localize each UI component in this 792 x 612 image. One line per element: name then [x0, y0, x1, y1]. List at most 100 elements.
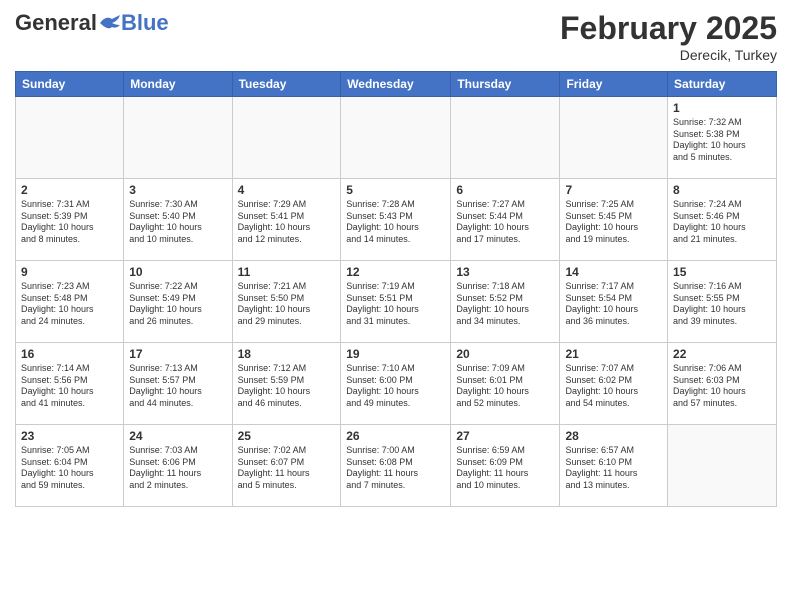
day-info: Sunrise: 7:22 AM Sunset: 5:49 PM Dayligh…: [129, 281, 226, 328]
day-number: 24: [129, 429, 226, 443]
day-number: 20: [456, 347, 554, 361]
table-row: [16, 97, 124, 179]
day-number: 27: [456, 429, 554, 443]
table-row: 28Sunrise: 6:57 AM Sunset: 6:10 PM Dayli…: [560, 425, 668, 507]
day-info: Sunrise: 7:24 AM Sunset: 5:46 PM Dayligh…: [673, 199, 771, 246]
table-row: [451, 97, 560, 179]
table-row: [560, 97, 668, 179]
day-info: Sunrise: 7:05 AM Sunset: 6:04 PM Dayligh…: [21, 445, 118, 492]
col-saturday: Saturday: [668, 72, 777, 97]
table-row: 8Sunrise: 7:24 AM Sunset: 5:46 PM Daylig…: [668, 179, 777, 261]
day-number: 28: [565, 429, 662, 443]
col-monday: Monday: [124, 72, 232, 97]
day-info: Sunrise: 7:18 AM Sunset: 5:52 PM Dayligh…: [456, 281, 554, 328]
calendar-week-row: 16Sunrise: 7:14 AM Sunset: 5:56 PM Dayli…: [16, 343, 777, 425]
day-number: 12: [346, 265, 445, 279]
table-row: 24 Sunrise: 7:03 AM Sunset: 6:06 PM Dayli…: [124, 425, 232, 507]
day-info: Sunrise: 7:07 AM Sunset: 6:02 PM Dayligh…: [565, 363, 662, 410]
day-info: Sunrise: 7:21 AM Sunset: 5:50 PM Dayligh…: [238, 281, 336, 328]
table-row: 9 Sunrise: 7:23 AM Sunset: 5:48 PM Daylig…: [16, 261, 124, 343]
day-info: Sunrise: 7:32 AM Sunset: 5:38 PM Dayligh…: [673, 117, 771, 164]
table-row: 27 Sunrise: 6:59 AM Sunset: 6:09 PM Dayli…: [451, 425, 560, 507]
day-number: 15: [673, 265, 771, 279]
calendar-week-row: 23 Sunrise: 7:05 AM Sunset: 6:04 PM Dayli…: [16, 425, 777, 507]
calendar-header-row: Sunday Monday Tuesday Wednesday Thursday…: [16, 72, 777, 97]
logo: General Blue: [15, 10, 169, 36]
day-info: Sunrise: 7:30 AM Sunset: 5:40 PM Dayligh…: [129, 199, 226, 246]
day-number: 11: [238, 265, 336, 279]
table-row: 17 Sunrise: 7:13 AM Sunset: 5:57 PM Dayli…: [124, 343, 232, 425]
calendar-table: Sunday Monday Tuesday Wednesday Thursday…: [15, 71, 777, 507]
day-info: Sunrise: 7:13 AM Sunset: 5:57 PM Dayligh…: [129, 363, 226, 410]
table-row: 3 Sunrise: 7:30 AM Sunset: 5:40 PM Daylig…: [124, 179, 232, 261]
table-row: 23 Sunrise: 7:05 AM Sunset: 6:04 PM Dayli…: [16, 425, 124, 507]
day-info: Sunrise: 7:23 AM Sunset: 5:48 PM Dayligh…: [21, 281, 118, 328]
day-info: Sunrise: 6:59 AM Sunset: 6:09 PM Dayligh…: [456, 445, 554, 492]
day-info: Sunrise: 7:17 AM Sunset: 5:54 PM Dayligh…: [565, 281, 662, 328]
day-number: 21: [565, 347, 662, 361]
day-info: Sunrise: 7:00 AM Sunset: 6:08 PM Dayligh…: [346, 445, 445, 492]
month-year: February 2025: [560, 10, 777, 47]
day-number: 13: [456, 265, 554, 279]
logo-bird-icon: [98, 15, 120, 31]
table-row: 2Sunrise: 7:31 AM Sunset: 5:39 PM Daylig…: [16, 179, 124, 261]
table-row: 18Sunrise: 7:12 AM Sunset: 5:59 PM Dayli…: [232, 343, 341, 425]
day-info: Sunrise: 7:29 AM Sunset: 5:41 PM Dayligh…: [238, 199, 336, 246]
day-number: 25: [238, 429, 336, 443]
table-row: 16Sunrise: 7:14 AM Sunset: 5:56 PM Dayli…: [16, 343, 124, 425]
calendar-week-row: 1 Sunrise: 7:32 AM Sunset: 5:38 PM Daylig…: [16, 97, 777, 179]
col-wednesday: Wednesday: [341, 72, 451, 97]
table-row: 7 Sunrise: 7:25 AM Sunset: 5:45 PM Daylig…: [560, 179, 668, 261]
table-row: 12 Sunrise: 7:19 AM Sunset: 5:51 PM Dayli…: [341, 261, 451, 343]
table-row: 10Sunrise: 7:22 AM Sunset: 5:49 PM Dayli…: [124, 261, 232, 343]
day-number: 22: [673, 347, 771, 361]
col-thursday: Thursday: [451, 72, 560, 97]
logo-blue: Blue: [121, 10, 169, 36]
day-info: Sunrise: 7:31 AM Sunset: 5:39 PM Dayligh…: [21, 199, 118, 246]
calendar-week-row: 9 Sunrise: 7:23 AM Sunset: 5:48 PM Daylig…: [16, 261, 777, 343]
table-row: 20 Sunrise: 7:09 AM Sunset: 6:01 PM Dayli…: [451, 343, 560, 425]
table-row: 15 Sunrise: 7:16 AM Sunset: 5:55 PM Dayli…: [668, 261, 777, 343]
day-number: 5: [346, 183, 445, 197]
day-info: Sunrise: 7:19 AM Sunset: 5:51 PM Dayligh…: [346, 281, 445, 328]
day-info: Sunrise: 7:09 AM Sunset: 6:01 PM Dayligh…: [456, 363, 554, 410]
day-info: Sunrise: 7:03 AM Sunset: 6:06 PM Dayligh…: [129, 445, 226, 492]
table-row: [668, 425, 777, 507]
day-info: Sunrise: 7:06 AM Sunset: 6:03 PM Dayligh…: [673, 363, 771, 410]
day-number: 7: [565, 183, 662, 197]
day-info: Sunrise: 7:14 AM Sunset: 5:56 PM Dayligh…: [21, 363, 118, 410]
table-row: 6Sunrise: 7:27 AM Sunset: 5:44 PM Daylig…: [451, 179, 560, 261]
calendar-body: 1 Sunrise: 7:32 AM Sunset: 5:38 PM Daylig…: [16, 97, 777, 507]
day-number: 17: [129, 347, 226, 361]
col-friday: Friday: [560, 72, 668, 97]
day-number: 1: [673, 101, 771, 115]
table-row: [341, 97, 451, 179]
day-info: Sunrise: 7:10 AM Sunset: 6:00 PM Dayligh…: [346, 363, 445, 410]
col-sunday: Sunday: [16, 72, 124, 97]
day-info: Sunrise: 7:16 AM Sunset: 5:55 PM Dayligh…: [673, 281, 771, 328]
day-number: 14: [565, 265, 662, 279]
table-row: 19Sunrise: 7:10 AM Sunset: 6:00 PM Dayli…: [341, 343, 451, 425]
table-row: 13 Sunrise: 7:18 AM Sunset: 5:52 PM Dayli…: [451, 261, 560, 343]
table-row: 14 Sunrise: 7:17 AM Sunset: 5:54 PM Dayli…: [560, 261, 668, 343]
day-number: 6: [456, 183, 554, 197]
day-number: 18: [238, 347, 336, 361]
logo-general: General: [15, 10, 97, 36]
header: General Blue February 2025 Derecik, Turk…: [15, 10, 777, 63]
table-row: 26Sunrise: 7:00 AM Sunset: 6:08 PM Dayli…: [341, 425, 451, 507]
day-number: 23: [21, 429, 118, 443]
title-area: February 2025 Derecik, Turkey: [560, 10, 777, 63]
table-row: [124, 97, 232, 179]
location: Derecik, Turkey: [560, 47, 777, 63]
table-row: 11 Sunrise: 7:21 AM Sunset: 5:50 PM Dayli…: [232, 261, 341, 343]
table-row: 1 Sunrise: 7:32 AM Sunset: 5:38 PM Daylig…: [668, 97, 777, 179]
day-number: 3: [129, 183, 226, 197]
day-number: 9: [21, 265, 118, 279]
col-tuesday: Tuesday: [232, 72, 341, 97]
table-row: 25Sunrise: 7:02 AM Sunset: 6:07 PM Dayli…: [232, 425, 341, 507]
day-info: Sunrise: 7:25 AM Sunset: 5:45 PM Dayligh…: [565, 199, 662, 246]
table-row: [232, 97, 341, 179]
day-info: Sunrise: 7:28 AM Sunset: 5:43 PM Dayligh…: [346, 199, 445, 246]
day-number: 4: [238, 183, 336, 197]
table-row: 21 Sunrise: 7:07 AM Sunset: 6:02 PM Dayli…: [560, 343, 668, 425]
